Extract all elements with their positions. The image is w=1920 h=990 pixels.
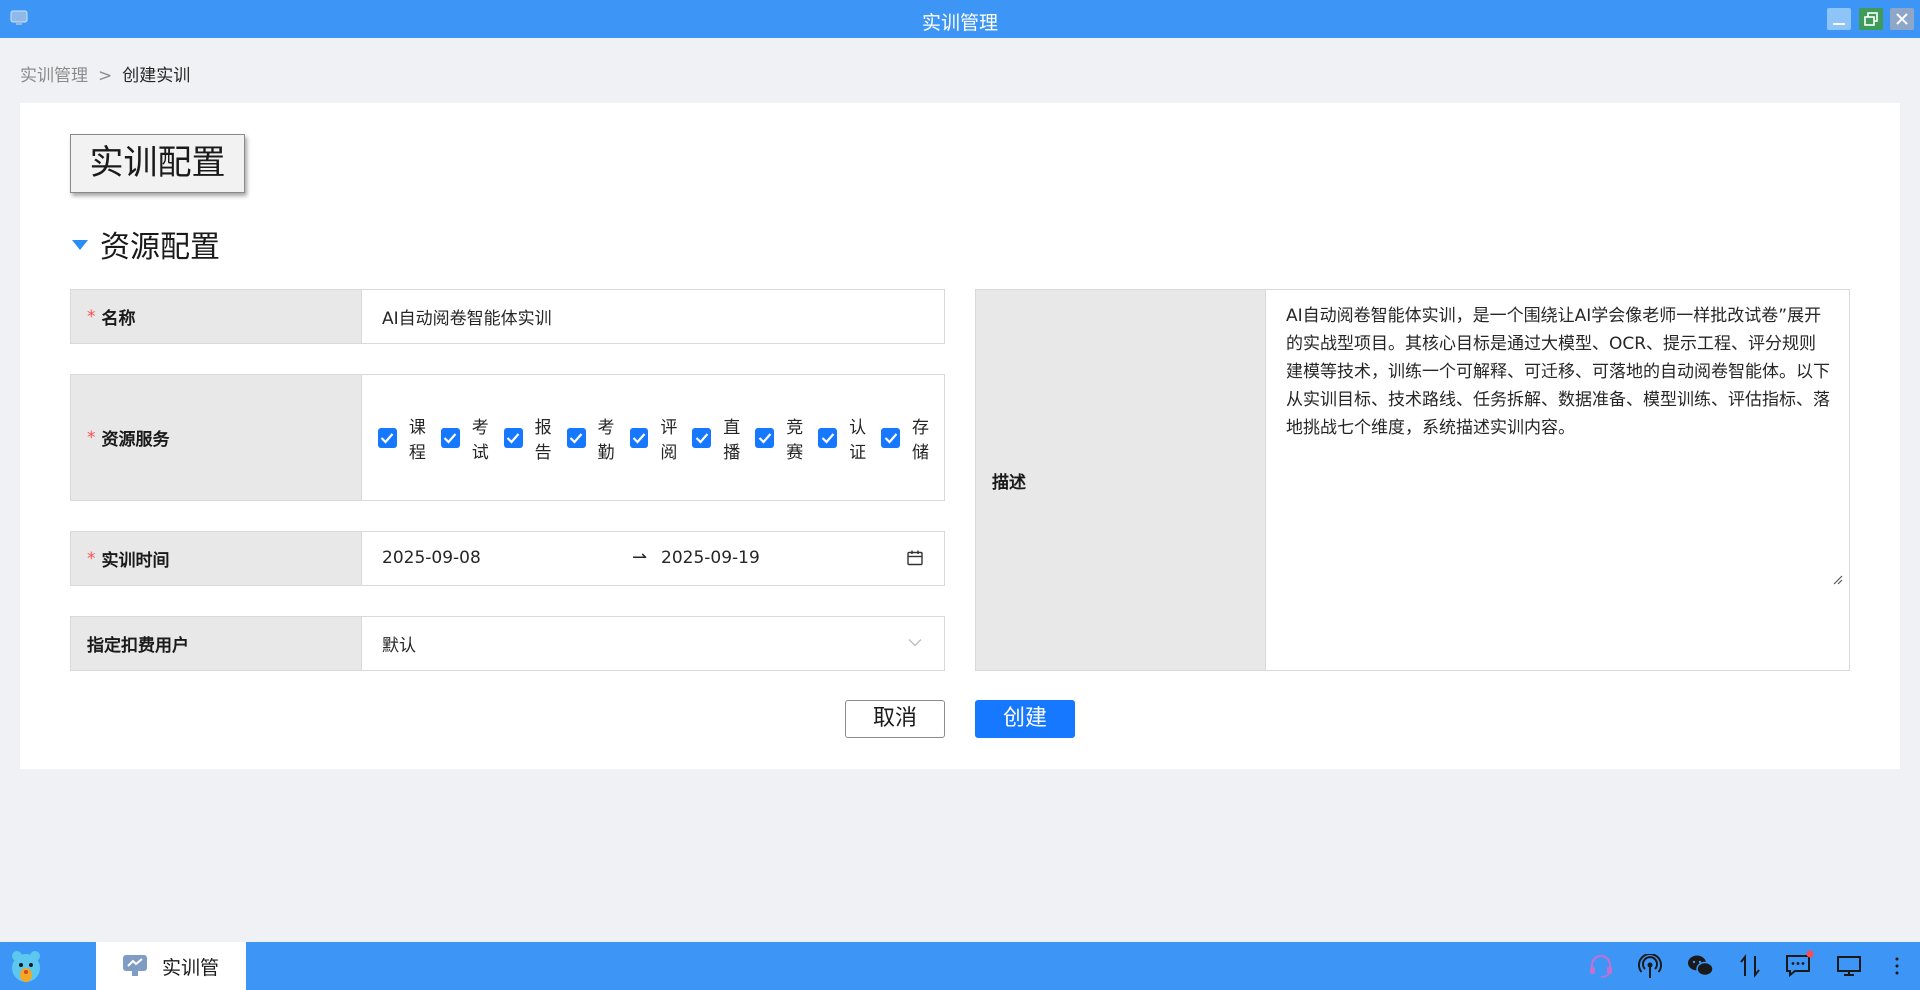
hotspot-icon[interactable] [1637, 954, 1663, 980]
more-vertical-icon[interactable] [1893, 954, 1901, 978]
checkbox-label: 考试 [471, 417, 489, 463]
checkbox-course[interactable]: 课程 [378, 413, 441, 463]
time-label: * 实训时间 [71, 532, 362, 585]
checkbox-report[interactable]: 报告 [503, 413, 567, 463]
minimize-icon [1833, 23, 1845, 25]
services-checkbox-group: 课程 考试 报告 考勤 评阅 直播 竞赛 认证 存储 [362, 375, 944, 500]
resize-handle-icon[interactable] [1831, 573, 1843, 585]
checkbox-label: 存储 [911, 417, 929, 463]
checkbox-checked-icon [755, 427, 775, 448]
checkbox-checked-icon [566, 427, 586, 448]
name-label-text: 名称 [101, 309, 136, 329]
section-header[interactable]: 资源配置 [72, 224, 220, 265]
breadcrumb-separator: > [98, 66, 113, 86]
services-label: * 资源服务 [71, 375, 362, 500]
checkbox-label: 考勤 [597, 417, 615, 463]
bear-logo-icon[interactable] [8, 948, 44, 984]
section-title: 资源配置 [100, 230, 220, 265]
restore-button[interactable] [1859, 8, 1883, 30]
checkbox-label: 报告 [534, 417, 552, 463]
required-mark: * [87, 427, 96, 448]
checkbox-label: 评阅 [660, 417, 678, 463]
date-range-picker[interactable]: 2025-09-08 ⇀ 2025-09-19 [362, 532, 944, 585]
desktop-icon[interactable] [1836, 954, 1862, 978]
form-row-description: 描述 AI自动阅卷智能体实训，是一个围绕让AI学会像老师一样批改试卷”展开的实战… [975, 289, 1850, 671]
form-row-services: * 资源服务 课程 考试 报告 考勤 评阅 直播 竞赛 认证 存储 [70, 374, 945, 501]
checkbox-checked-icon [378, 427, 397, 448]
billing-user-selected-value: 默认 [382, 636, 416, 656]
taskbar: 实训管 [0, 942, 1920, 990]
message-icon[interactable] [1785, 950, 1815, 978]
minimize-button[interactable] [1827, 8, 1851, 30]
close-button[interactable] [1890, 8, 1914, 30]
form-row-billing-user: 指定扣费用户 默认 [70, 616, 945, 671]
checkbox-label: 认证 [849, 417, 867, 463]
start-date-input[interactable]: 2025-09-08 [382, 548, 481, 568]
create-button[interactable]: 创建 [975, 700, 1075, 738]
time-label-text: 实训时间 [101, 551, 170, 571]
calendar-icon[interactable] [906, 549, 924, 567]
required-mark: * [87, 548, 96, 569]
form-row-name: * 名称 AI自动阅卷智能体实训 [70, 289, 945, 344]
billing-user-select[interactable]: 默认 [362, 617, 944, 670]
form-row-time: * 实训时间 2025-09-08 ⇀ 2025-09-19 [70, 531, 945, 586]
taskbar-item-label: 实训管 [162, 956, 220, 979]
wechat-icon[interactable] [1687, 954, 1715, 978]
checkbox-storage[interactable]: 存储 [881, 413, 944, 463]
checkbox-label: 竞赛 [786, 417, 804, 463]
title-bar: 实训管理 [0, 0, 1920, 38]
name-label: * 名称 [71, 290, 362, 343]
checkbox-checked-icon [692, 427, 712, 448]
headset-icon[interactable] [1588, 954, 1614, 978]
caret-down-icon [72, 240, 88, 250]
checkbox-checked-icon [629, 427, 649, 448]
close-icon [1896, 13, 1908, 25]
description-textarea[interactable]: AI自动阅卷智能体实训，是一个围绕让AI学会像老师一样批改试卷”展开的实战型项目… [1266, 290, 1849, 670]
window-title: 实训管理 [921, 12, 998, 34]
chevron-down-icon [908, 639, 922, 647]
checkbox-checked-icon [440, 427, 460, 448]
name-input[interactable]: AI自动阅卷智能体实训 [362, 290, 944, 343]
restore-icon [1864, 12, 1878, 26]
presentation-icon [123, 955, 147, 976]
checkbox-attendance[interactable]: 考勤 [566, 413, 630, 463]
checkbox-competition[interactable]: 竞赛 [755, 413, 818, 463]
end-date-input[interactable]: 2025-09-19 [661, 548, 760, 568]
billing-user-label: 指定扣费用户 [71, 617, 362, 670]
date-range-arrow-icon: ⇀ [632, 547, 648, 568]
description-label-text: 描述 [992, 472, 1026, 493]
checkbox-label: 直播 [723, 417, 741, 463]
breadcrumb-item-training-management[interactable]: 实训管理 [20, 66, 88, 86]
checkbox-live[interactable]: 直播 [692, 413, 755, 463]
checkbox-review[interactable]: 评阅 [629, 413, 693, 463]
taskbar-item-training[interactable]: 实训管 [96, 942, 246, 990]
breadcrumb-item-create-training: 创建实训 [122, 66, 191, 86]
tab-training-config[interactable]: 实训配置 [70, 134, 245, 193]
checkbox-checked-icon [503, 427, 523, 448]
description-label: 描述 [976, 290, 1266, 670]
breadcrumb: 实训管理 > 创建实训 [20, 61, 190, 86]
checkbox-checked-icon [881, 427, 900, 448]
checkbox-checked-icon [818, 427, 838, 448]
checkbox-exam[interactable]: 考试 [440, 413, 504, 463]
cancel-button[interactable]: 取消 [845, 700, 945, 738]
billing-user-label-text: 指定扣费用户 [87, 636, 189, 656]
description-text: AI自动阅卷智能体实训，是一个围绕让AI学会像老师一样批改试卷”展开的实战型项目… [1286, 306, 1830, 438]
checkbox-certification[interactable]: 认证 [818, 413, 881, 463]
services-label-text: 资源服务 [101, 430, 170, 450]
required-mark: * [87, 306, 96, 327]
checkbox-label: 课程 [408, 417, 426, 463]
data-transfer-icon[interactable] [1739, 954, 1761, 978]
